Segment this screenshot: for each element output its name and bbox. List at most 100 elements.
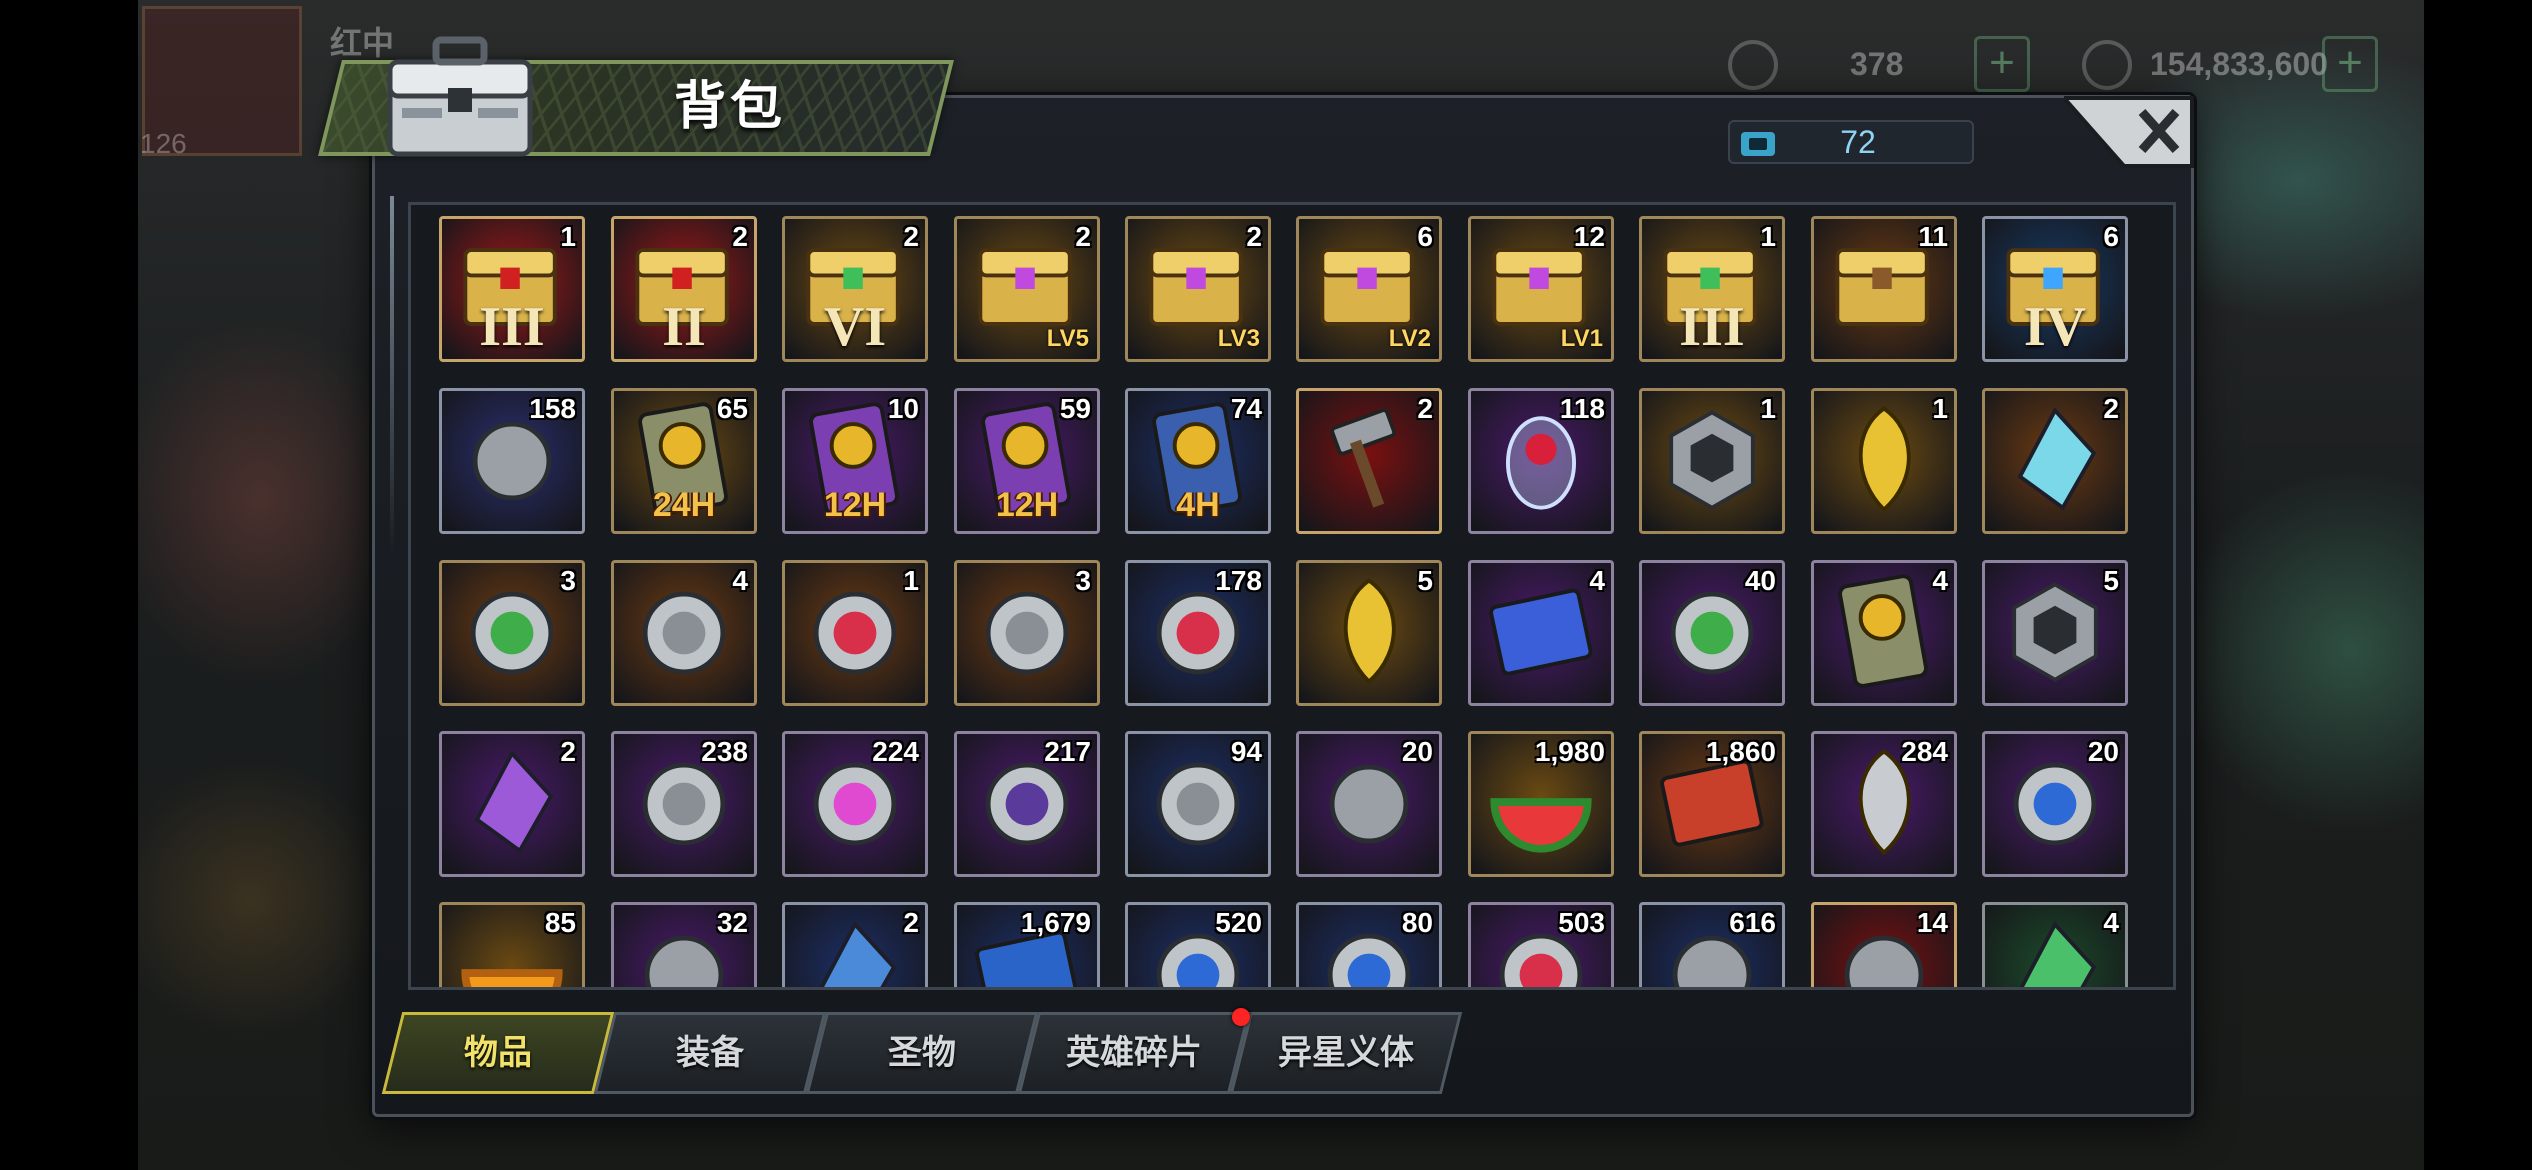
inventory-slot[interactable]: 85 [439,902,585,987]
item-count: 85 [544,907,576,938]
tab-items[interactable]: 物品 [381,1012,615,1094]
inventory-slot[interactable]: 4 [1468,560,1614,706]
item-count: 6 [1417,221,1433,252]
inventory-slot[interactable]: 5 [1982,560,2128,706]
inventory-slot[interactable]: 5 [1296,560,1442,706]
inventory-slot[interactable]: 1 [1811,388,1957,534]
inventory-slot[interactable]: 40 [1639,560,1785,706]
inventory-slot[interactable]: 2 [1296,388,1442,534]
item-count: 1 [903,565,919,596]
inventory-slot[interactable]: 14 [1811,902,1957,987]
inventory-slot[interactable]: 3 [439,560,585,706]
item-count: 10 [887,393,919,424]
scroll-indicator[interactable] [390,196,394,556]
inventory-slot[interactable]: 158 [439,388,585,534]
inventory-slot[interactable]: 4 [611,560,757,706]
letterbox-left [0,0,138,1170]
inventory-slot[interactable]: 238 [611,731,757,877]
item-count: 3 [560,565,576,596]
inventory-slot[interactable]: 20 [1982,731,2128,877]
tier-label: LV1 [1560,325,1603,352]
inventory-slot[interactable]: III 1 [1639,216,1785,362]
inventory-slot[interactable]: 32 [611,902,757,987]
inventory-slot[interactable]: 94 [1125,731,1271,877]
page-title: 背包 [673,78,786,136]
tab-equipment[interactable]: 装备 [593,1012,827,1094]
item-count: 80 [1401,907,1433,938]
inventory-slot[interactable]: 20 [1296,731,1442,877]
inventory-slot[interactable]: 4H 74 [1125,388,1271,534]
inventory-slot[interactable]: 224 [782,731,928,877]
notification-dot [1232,1008,1250,1026]
inventory-slot[interactable]: 284 [1811,731,1957,877]
inventory-slot[interactable]: 2 [439,731,585,877]
inventory-slot[interactable]: 4 [1982,902,2128,987]
inventory-slot[interactable]: 217 [954,731,1100,877]
inventory-slot[interactable]: 12H 10 [782,388,928,534]
inventory-slot[interactable]: 1 [1639,388,1785,534]
capacity-value: 72 [1840,124,1876,160]
inventory-slot[interactable]: LV2 6 [1296,216,1442,362]
inventory-slot[interactable]: 4 [1811,560,1957,706]
item-count: 4 [1589,565,1605,596]
inventory-slot[interactable]: LV5 2 [954,216,1100,362]
inventory-slot[interactable]: 1,860 [1639,731,1785,877]
resource-coins: 154,833,600 [2150,46,2328,82]
item-count: 520 [1215,907,1262,938]
inventory-slot[interactable]: LV1 12 [1468,216,1614,362]
inventory-slot[interactable]: 2 [782,902,928,987]
item-count: 503 [1558,907,1605,938]
item-count: 59 [1059,393,1091,424]
item-count: 32 [716,907,748,938]
resource-gems: 378 [1850,46,1904,82]
inventory-slot[interactable]: 11 [1811,216,1957,362]
inventory-slot[interactable]: 503 [1468,902,1614,987]
duration-label: 24H [652,486,716,524]
inventory-slot[interactable]: 520 [1125,902,1271,987]
item-count: 238 [701,736,748,767]
inventory-slot[interactable]: 1 [782,560,928,706]
item-count: 1 [560,221,576,252]
tier-label: LV5 [1046,325,1089,352]
inventory-slot[interactable]: 3 [954,560,1100,706]
inventory-slot[interactable]: 2 [1982,388,2128,534]
item-count: 2 [903,907,919,938]
item-count: 1,980 [1534,736,1605,767]
inventory-slot[interactable]: 12H 59 [954,388,1100,534]
item-count: 40 [1744,565,1776,596]
tier-label: VI [823,296,887,358]
item-count: 284 [1901,736,1948,767]
item-count: 20 [2087,736,2119,767]
item-count: 2 [903,221,919,252]
inventory-slot[interactable]: IV 6 [1982,216,2128,362]
add-coins-button[interactable]: + [2322,36,2378,92]
tab-alien-implants[interactable]: 异星义体 [1229,1012,1463,1094]
tier-label: II [662,296,706,358]
inventory-slot[interactable]: 178 [1125,560,1271,706]
inventory-slot[interactable]: 1,980 [1468,731,1614,877]
close-button[interactable] [2064,96,2194,168]
item-count: 2 [1417,393,1433,424]
inventory-slot[interactable]: LV3 2 [1125,216,1271,362]
item-count: 1,860 [1705,736,1776,767]
letterbox-right [2424,0,2532,1170]
inventory-slot[interactable]: VI 2 [782,216,928,362]
inventory-slot[interactable]: 118 [1468,388,1614,534]
item-count: 4 [2103,907,2119,938]
inventory-slot[interactable]: 1,679 [954,902,1100,987]
item-count: 1 [1760,393,1776,424]
tier-label: III [479,296,545,358]
item-count: 2 [2103,393,2119,424]
tab-hero-shards[interactable]: 英雄碎片 [1017,1012,1251,1094]
inventory-slot[interactable]: 24H 65 [611,388,757,534]
inventory-slot[interactable]: II 2 [611,216,757,362]
item-count: 178 [1215,565,1262,596]
tab-relics[interactable]: 圣物 [805,1012,1039,1094]
inventory-slot[interactable]: 616 [1639,902,1785,987]
item-count: 11 [1918,221,1948,252]
inventory-slot[interactable]: III 1 [439,216,585,362]
inventory-slot[interactable]: 80 [1296,902,1442,987]
item-grid[interactable]: III 1 II 2 VI 2 LV5 2 LV3 2 LV2 6 LV1 12 III 1 11 IV 6 158 2… [408,202,2176,990]
add-gems-button[interactable]: + [1974,36,2030,92]
item-count: 1 [1932,393,1948,424]
